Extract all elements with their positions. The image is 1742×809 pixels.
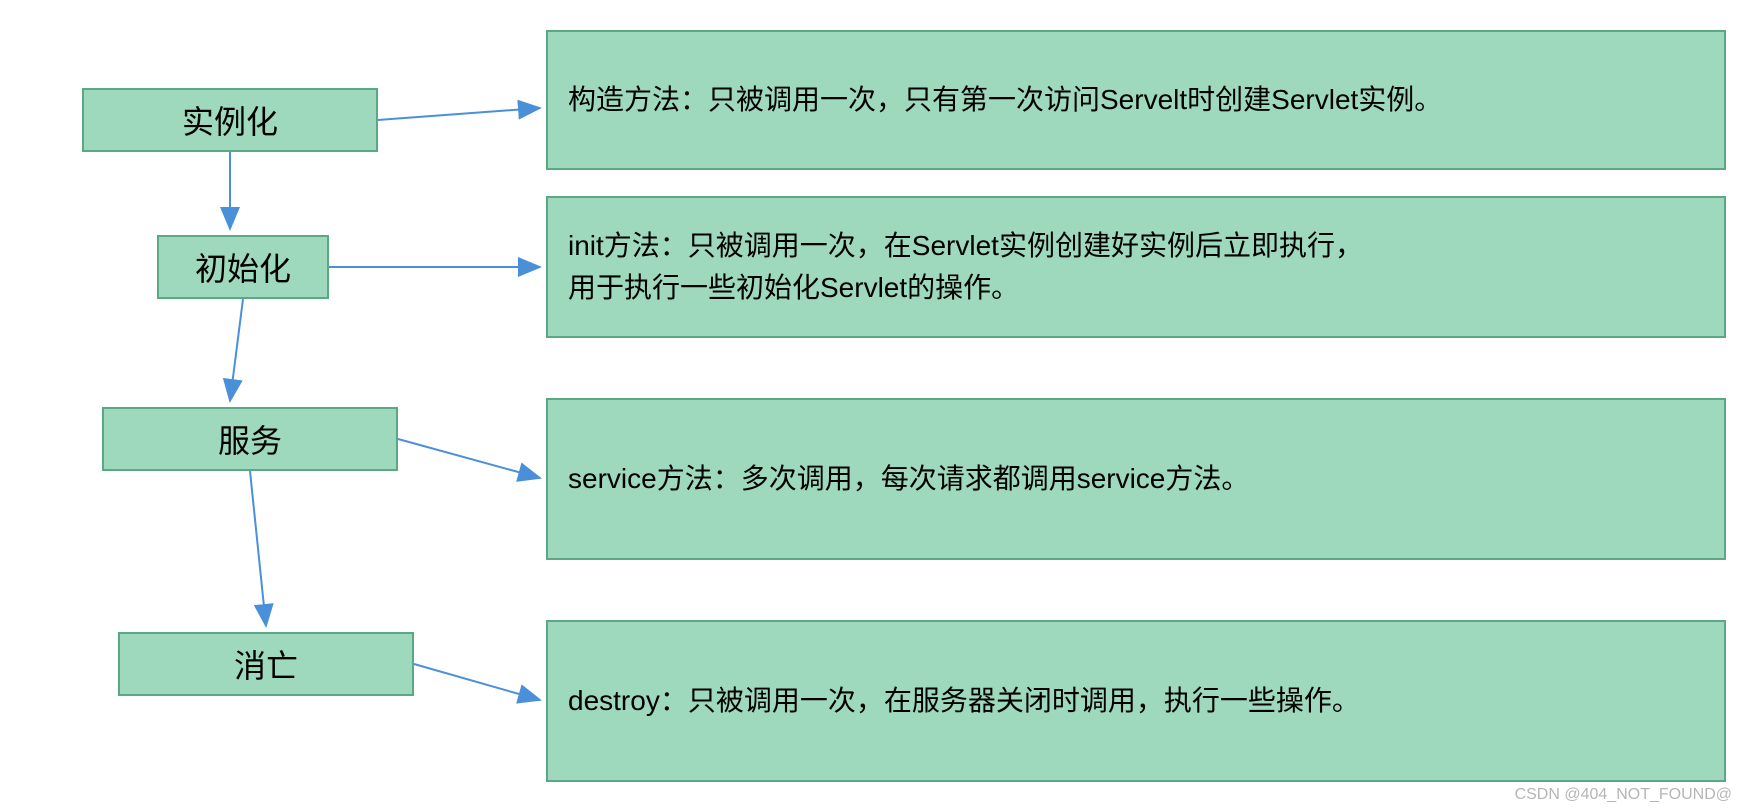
- watermark: CSDN @404_NOT_FOUND@: [1515, 786, 1732, 804]
- desc-initialization: init方法：只被调用一次，在Servlet实例创建好实例后立即执行， 用于执行…: [546, 196, 1726, 338]
- desc-service: service方法：多次调用，每次请求都调用service方法。: [546, 398, 1726, 560]
- stage-label: 消亡: [234, 641, 298, 687]
- arrow-stage3-stage4: [250, 471, 266, 626]
- desc-instantiation: 构造方法：只被调用一次，只有第一次访问Servelt时创建Servlet实例。: [546, 30, 1726, 170]
- desc-text: destroy：只被调用一次，在服务器关闭时调用，执行一些操作。: [568, 680, 1360, 722]
- arrow-stage1-desc1: [378, 108, 540, 120]
- stage-destroy: 消亡: [118, 632, 414, 696]
- stage-initialization: 初始化: [157, 235, 329, 299]
- arrow-stage3-desc3: [398, 439, 540, 478]
- desc-text: service方法：多次调用，每次请求都调用service方法。: [568, 458, 1249, 500]
- desc-text: init方法：只被调用一次，在Servlet实例创建好实例后立即执行， 用于执行…: [568, 225, 1363, 309]
- stage-label: 实例化: [182, 97, 278, 143]
- desc-destroy: destroy：只被调用一次，在服务器关闭时调用，执行一些操作。: [546, 620, 1726, 782]
- stage-label: 初始化: [195, 244, 291, 290]
- stage-instantiation: 实例化: [82, 88, 378, 152]
- arrow-stage4-desc4: [414, 664, 540, 700]
- desc-text: 构造方法：只被调用一次，只有第一次访问Servelt时创建Servlet实例。: [568, 79, 1442, 121]
- watermark-text: CSDN @404_NOT_FOUND@: [1515, 786, 1732, 803]
- arrow-stage2-stage3: [230, 299, 243, 401]
- stage-service: 服务: [102, 407, 398, 471]
- stage-label: 服务: [218, 416, 282, 462]
